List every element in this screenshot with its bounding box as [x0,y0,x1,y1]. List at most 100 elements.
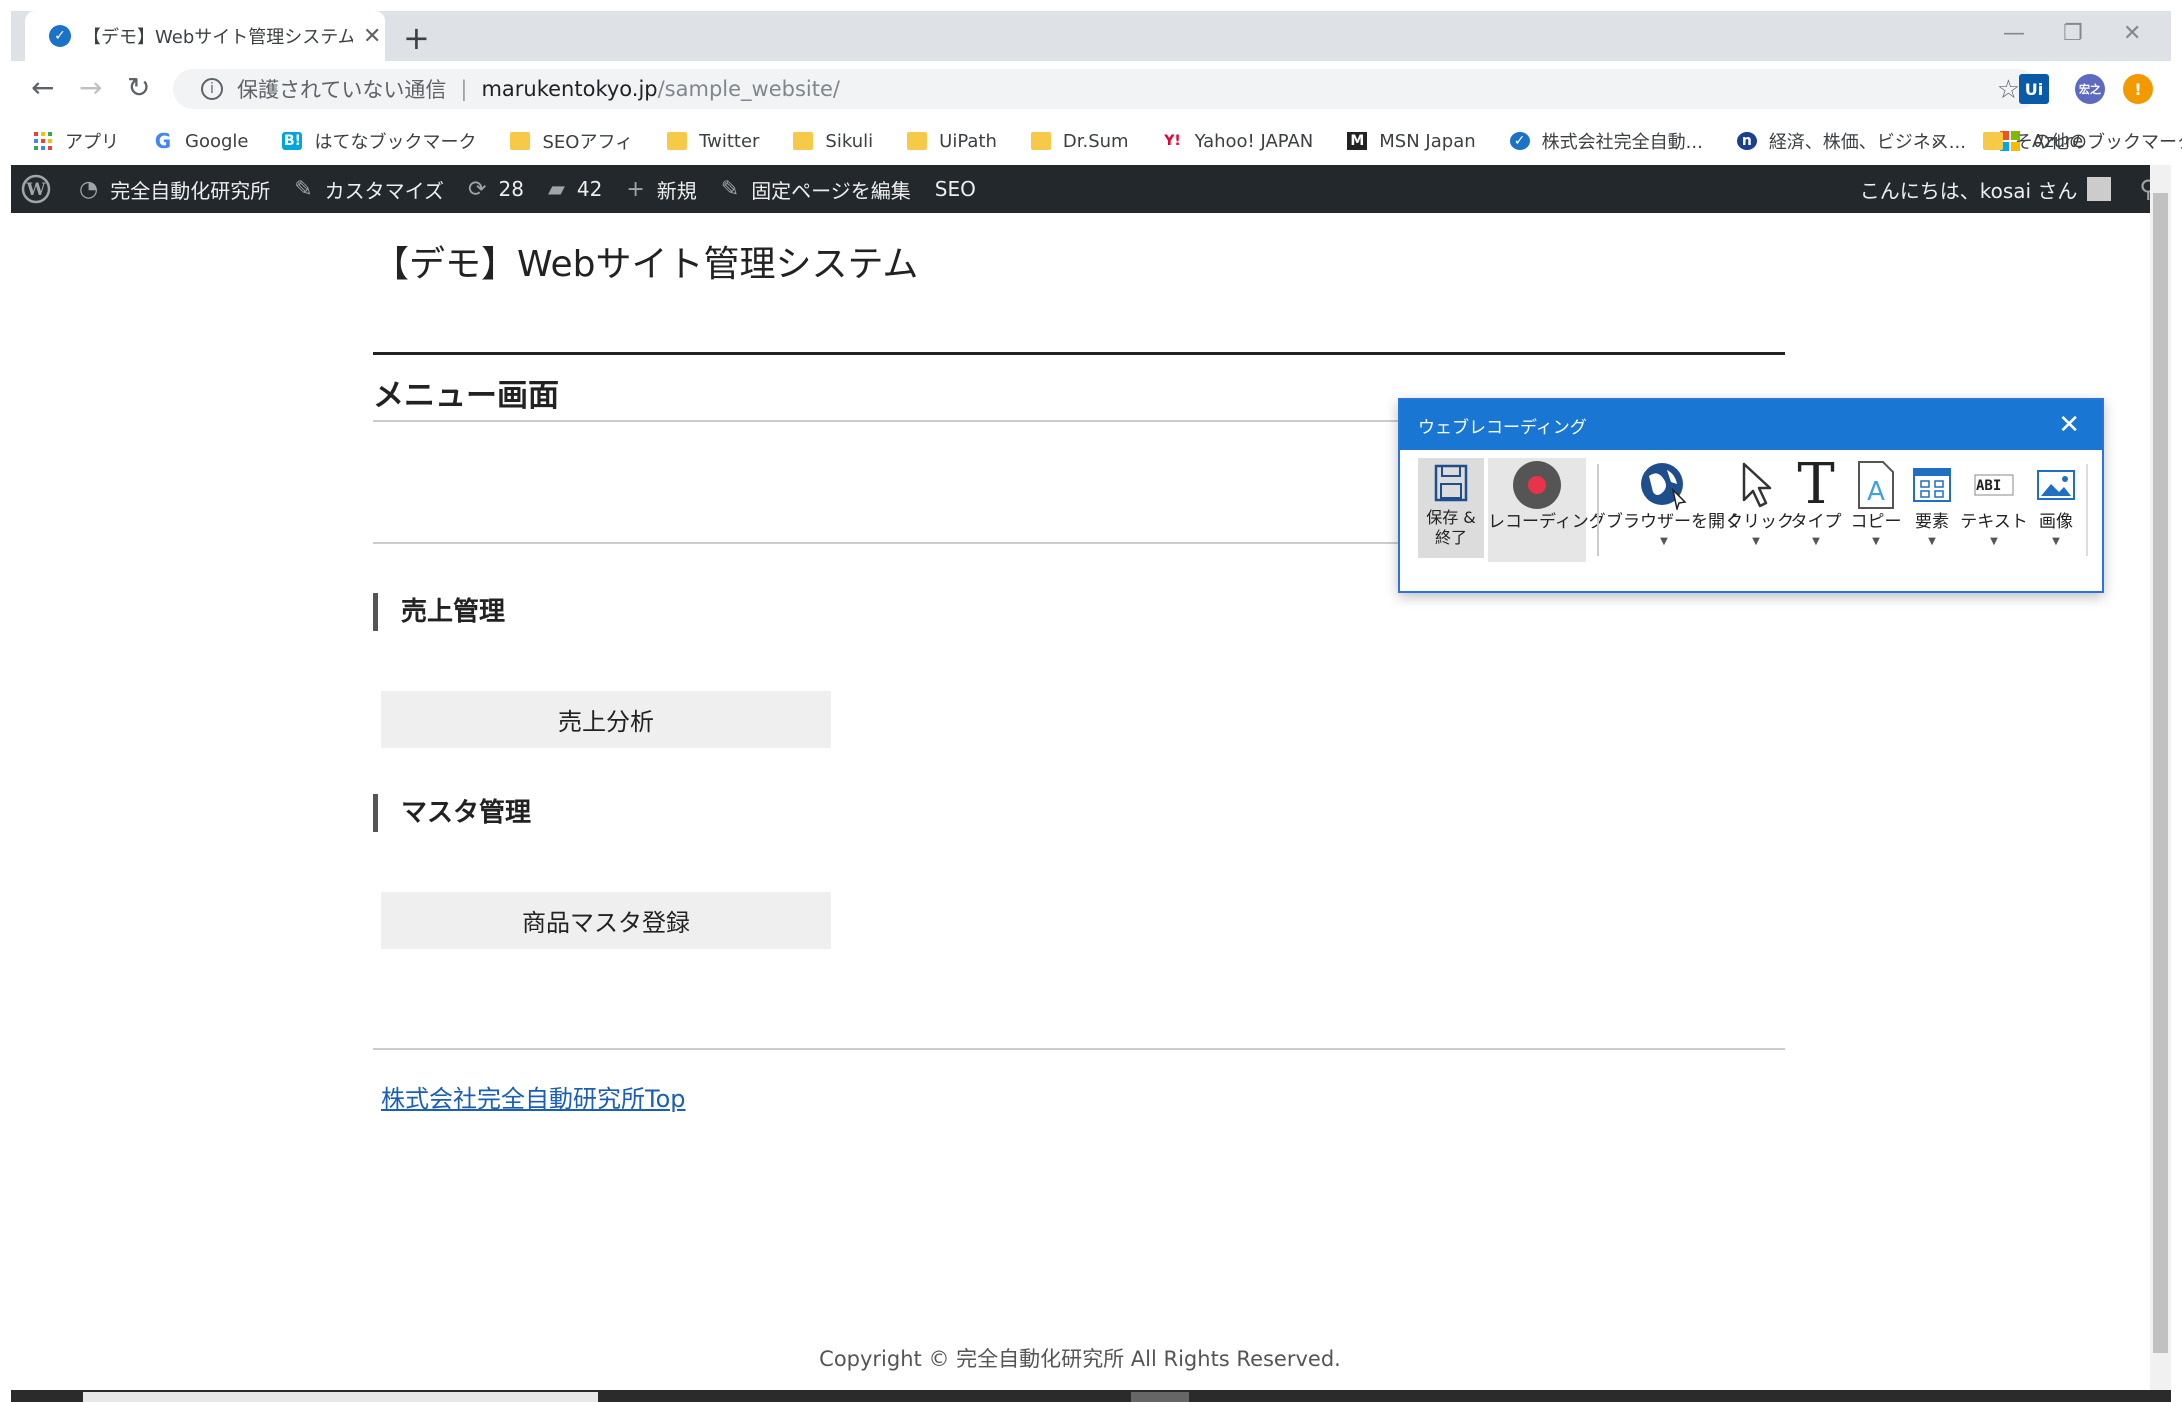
bookmark-label: 株式会社完全自動... [1541,132,1703,153]
taskbar-strip [11,1390,2171,1402]
dropdown-caret-icon[interactable]: ▼ [1606,536,1722,547]
bookmark-label: MSN Japan [1379,130,1476,152]
bookmark-label: Dr.Sum [1062,130,1129,152]
copy-button[interactable]: A コピー ▼ [1848,458,1904,547]
image-icon [2028,458,2084,512]
bookmark-uipath[interactable]: UiPath [907,131,997,152]
site-icon: ✓ [1509,132,1530,150]
type-icon: T [1797,452,1835,517]
save-and-exit-button[interactable]: 保存 & 終了 [1418,458,1484,558]
recorder-close-icon[interactable]: ✕ [2058,410,2080,440]
adminbar-edit-page[interactable]: ✎ 固定ページを編集 [721,175,911,204]
bookmark-drsum[interactable]: Dr.Sum [1030,130,1129,152]
adminbar-site[interactable]: ◔ 完全自動化研究所 [79,175,270,204]
dropdown-caret-icon[interactable]: ▼ [1788,536,1844,547]
open-browser-icon [1606,458,1722,512]
scrollbar-thumb[interactable] [2153,193,2168,1353]
bookmark-seoafi[interactable]: SEOアフィ [510,128,633,154]
click-button[interactable]: クリック ▼ [1726,458,1794,547]
dropdown-caret-icon[interactable]: ▼ [1848,536,1904,547]
web-recording-panel: ウェブレコーディング ✕ 保存 & 終了 レコーディング ブラウザーを開く ▼ … [1398,398,2104,593]
product-master-button[interactable]: 商品マスタ登録 [381,892,831,949]
text-button[interactable]: ABI テキスト ▼ [1960,458,2028,547]
bookmark-company[interactable]: ✓ 株式会社完全自動... [1509,128,1703,154]
update-alert-icon[interactable]: ! [2123,74,2153,104]
adminbar-edit-label: 固定ページを編集 [751,178,911,203]
toolbar-divider [1597,464,1599,556]
bookmark-hatena[interactable]: B! はてなブックマーク [282,128,476,154]
browser-toolbar: ← → ↻ i 保護されていない通信 | marukentokyo.jp /sa… [11,61,2171,117]
new-tab-button[interactable]: + [403,19,430,57]
taskbar-item[interactable] [83,1392,598,1402]
window-close-button[interactable]: ✕ [2123,21,2141,46]
url-separator: | [460,77,468,101]
dropdown-caret-icon[interactable]: ▼ [1960,536,2028,547]
forward-button[interactable]: → [79,71,102,104]
adminbar-seo-label: SEO [934,177,976,201]
adminbar-updates[interactable]: ⟳ 28 [468,177,524,202]
company-top-link[interactable]: 株式会社完全自動研究所Top [381,1079,686,1114]
type-button[interactable]: T タイプ ▼ [1788,452,1844,548]
comment-icon: ▰ [547,176,565,202]
brush-icon: ✎ [294,176,313,202]
tab-close-icon[interactable]: ✕ [363,24,381,49]
divider [373,352,1785,355]
svg-text:A: A [1867,477,1885,507]
bookmark-label: アプリ [65,132,119,153]
tool-label: 保存 & 終了 [1426,508,1476,547]
info-icon[interactable]: i [201,78,223,100]
bookmark-label: はてなブックマーク [314,132,477,153]
adminbar-comments[interactable]: ▰ 42 [548,177,602,202]
bookmark-apps[interactable]: アプリ [33,128,119,154]
copyright-footer: Copyright © 完全自動化研究所 All Rights Reserved… [819,1347,1341,1371]
dropdown-caret-icon[interactable]: ▼ [2028,536,2084,547]
open-browser-button[interactable]: ブラウザーを開く ▼ [1606,458,1742,547]
restore-button[interactable]: ❐ [2063,21,2083,46]
plus-icon: + [626,176,645,202]
dropdown-caret-icon[interactable]: ▼ [1726,536,1786,547]
tool-label: 要素 [1915,512,1949,532]
page-scrollbar[interactable] [2150,165,2171,1390]
browser-tab[interactable]: ✓ 【デモ】Webサイト管理システム – 完全 ✕ [25,11,385,61]
recorder-titlebar[interactable]: ウェブレコーディング ✕ [1400,400,2102,450]
bookmark-twitter[interactable]: Twitter [667,131,759,152]
bookmark-other[interactable]: その他のブックマーク [1983,128,2182,154]
taskbar-item[interactable] [1131,1392,1189,1402]
page-title: メニュー画面 [373,378,559,414]
adminbar-customize[interactable]: ✎ カスタマイズ [294,175,444,204]
back-button[interactable]: ← [31,71,54,104]
bookmark-google[interactable]: G Google [153,129,249,153]
element-button[interactable]: 要素 ▼ [1904,458,1960,547]
wordpress-logo-icon[interactable]: W [21,174,51,204]
site-title[interactable]: 【デモ】Webサイト管理システム [373,235,918,287]
adminbar-new[interactable]: + 新規 [626,175,696,204]
bookmark-label: Google [185,130,249,152]
pencil-icon: ✎ [720,176,740,202]
adminbar-seo[interactable]: SEO [935,177,976,201]
profile-avatar[interactable]: 宏之 [2075,74,2105,104]
google-icon: G [154,129,172,153]
bookmark-msn[interactable]: M MSN Japan [1347,130,1476,152]
address-bar[interactable]: i 保護されていない通信 | marukentokyo.jp /sample_w… [173,69,2038,109]
save-icon [1418,458,1484,508]
bookmarks-overflow-button[interactable]: » [1931,129,1943,153]
recorder-title: ウェブレコーディング [1418,417,1587,438]
recording-button[interactable]: レコーディング [1488,458,1606,562]
tab-strip: ✓ 【デモ】Webサイト管理システム – 完全 ✕ + — ❐ ✕ [11,11,2171,61]
dropdown-caret-icon[interactable]: ▼ [1904,536,1960,547]
bookmark-label: Sikuli [825,130,874,152]
uipath-extension-icon[interactable]: Ui [2019,74,2049,104]
bookmark-sikuli[interactable]: Sikuli [793,131,873,152]
reload-button[interactable]: ↻ [127,71,150,104]
element-icon [1904,458,1960,512]
bookmark-star-icon[interactable]: ☆ [1997,75,2020,105]
adminbar-account[interactable]: こんにちは、kosai さん ⚲ [1860,165,2157,213]
image-button[interactable]: 画像 ▼ [2028,458,2084,547]
bookmark-yahoo[interactable]: Y! Yahoo! JAPAN [1163,131,1313,152]
click-icon [1726,458,1786,512]
tool-label: テキスト [1960,512,2028,532]
minimize-button[interactable]: — [2003,21,2025,46]
section-heading-master: マスタ管理 [373,794,531,832]
updates-icon: ⟳ [468,176,487,202]
sales-analysis-button[interactable]: 売上分析 [381,691,831,748]
